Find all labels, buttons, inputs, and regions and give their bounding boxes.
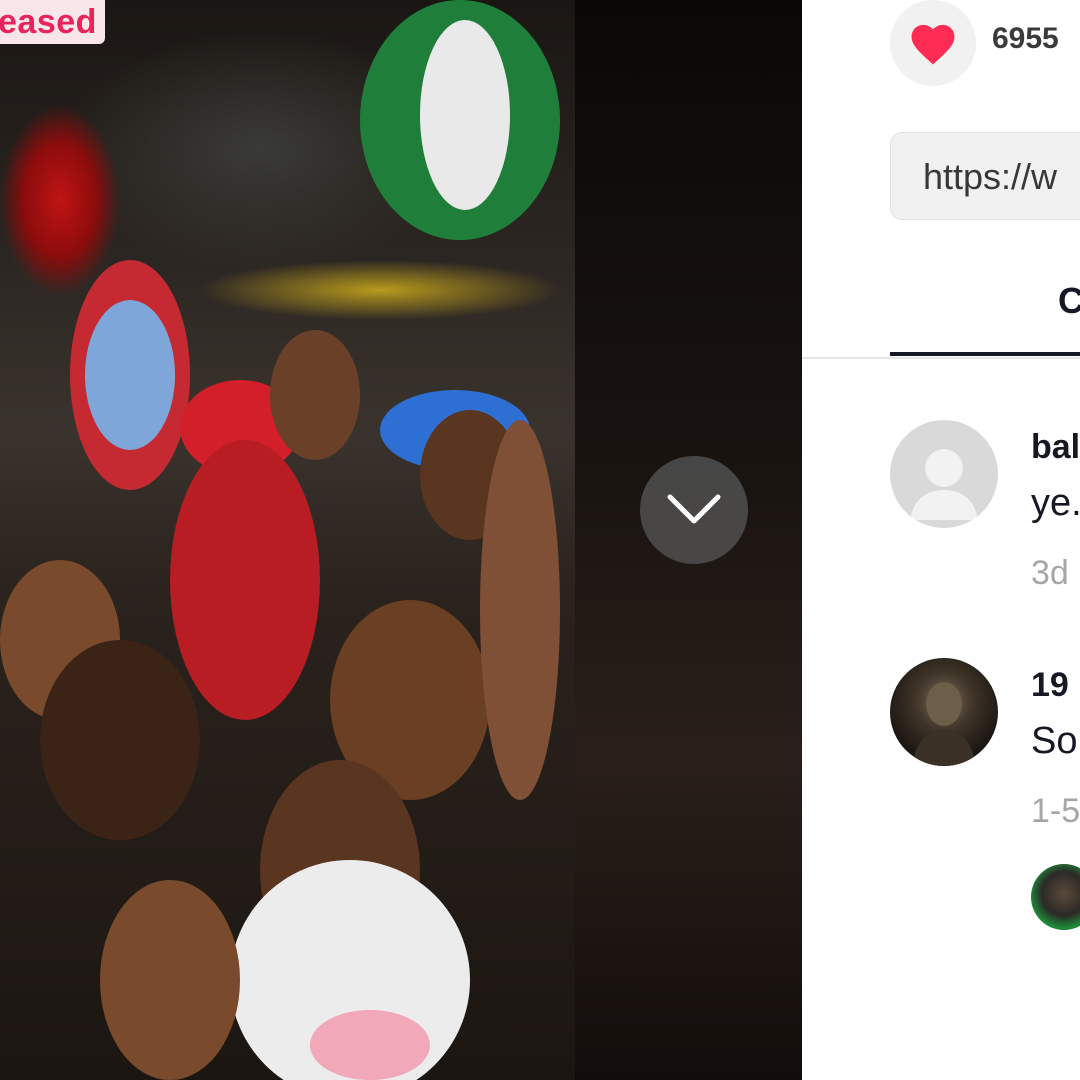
- heart-icon: [911, 24, 955, 65]
- comment-username[interactable]: 19: [1031, 666, 1069, 705]
- comment-timestamp: 1-5: [1031, 792, 1080, 830]
- tabs-divider: [802, 357, 1080, 359]
- details-panel: 6955 https://w C bal ye. 3d 19 So 1-5: [802, 0, 1080, 1080]
- chevron-down-icon: [667, 494, 721, 524]
- comment-username[interactable]: bal: [1031, 428, 1080, 467]
- tab-comments-label: C: [1058, 280, 1080, 321]
- comment-text: So: [1031, 720, 1078, 762]
- video-player[interactable]: eased: [0, 0, 802, 1080]
- video-caption-fragment: eased: [0, 0, 105, 44]
- comment-text: ye.: [1031, 482, 1080, 524]
- default-avatar-icon[interactable]: [890, 420, 998, 528]
- reply-avatar[interactable]: [1031, 864, 1080, 930]
- video-frame: [0, 0, 575, 1080]
- user-photo-avatar[interactable]: [890, 658, 998, 766]
- like-button[interactable]: [890, 0, 976, 86]
- tab-comments[interactable]: C: [890, 280, 1080, 356]
- copy-link-field[interactable]: https://w: [890, 132, 1080, 220]
- comment-timestamp: 3d: [1031, 554, 1069, 592]
- like-count: 6955: [992, 22, 1059, 55]
- comment-item: bal ye. 3d: [890, 420, 1080, 620]
- scroll-down-button[interactable]: [640, 456, 748, 564]
- comment-item: 19 So 1-5: [890, 658, 1080, 938]
